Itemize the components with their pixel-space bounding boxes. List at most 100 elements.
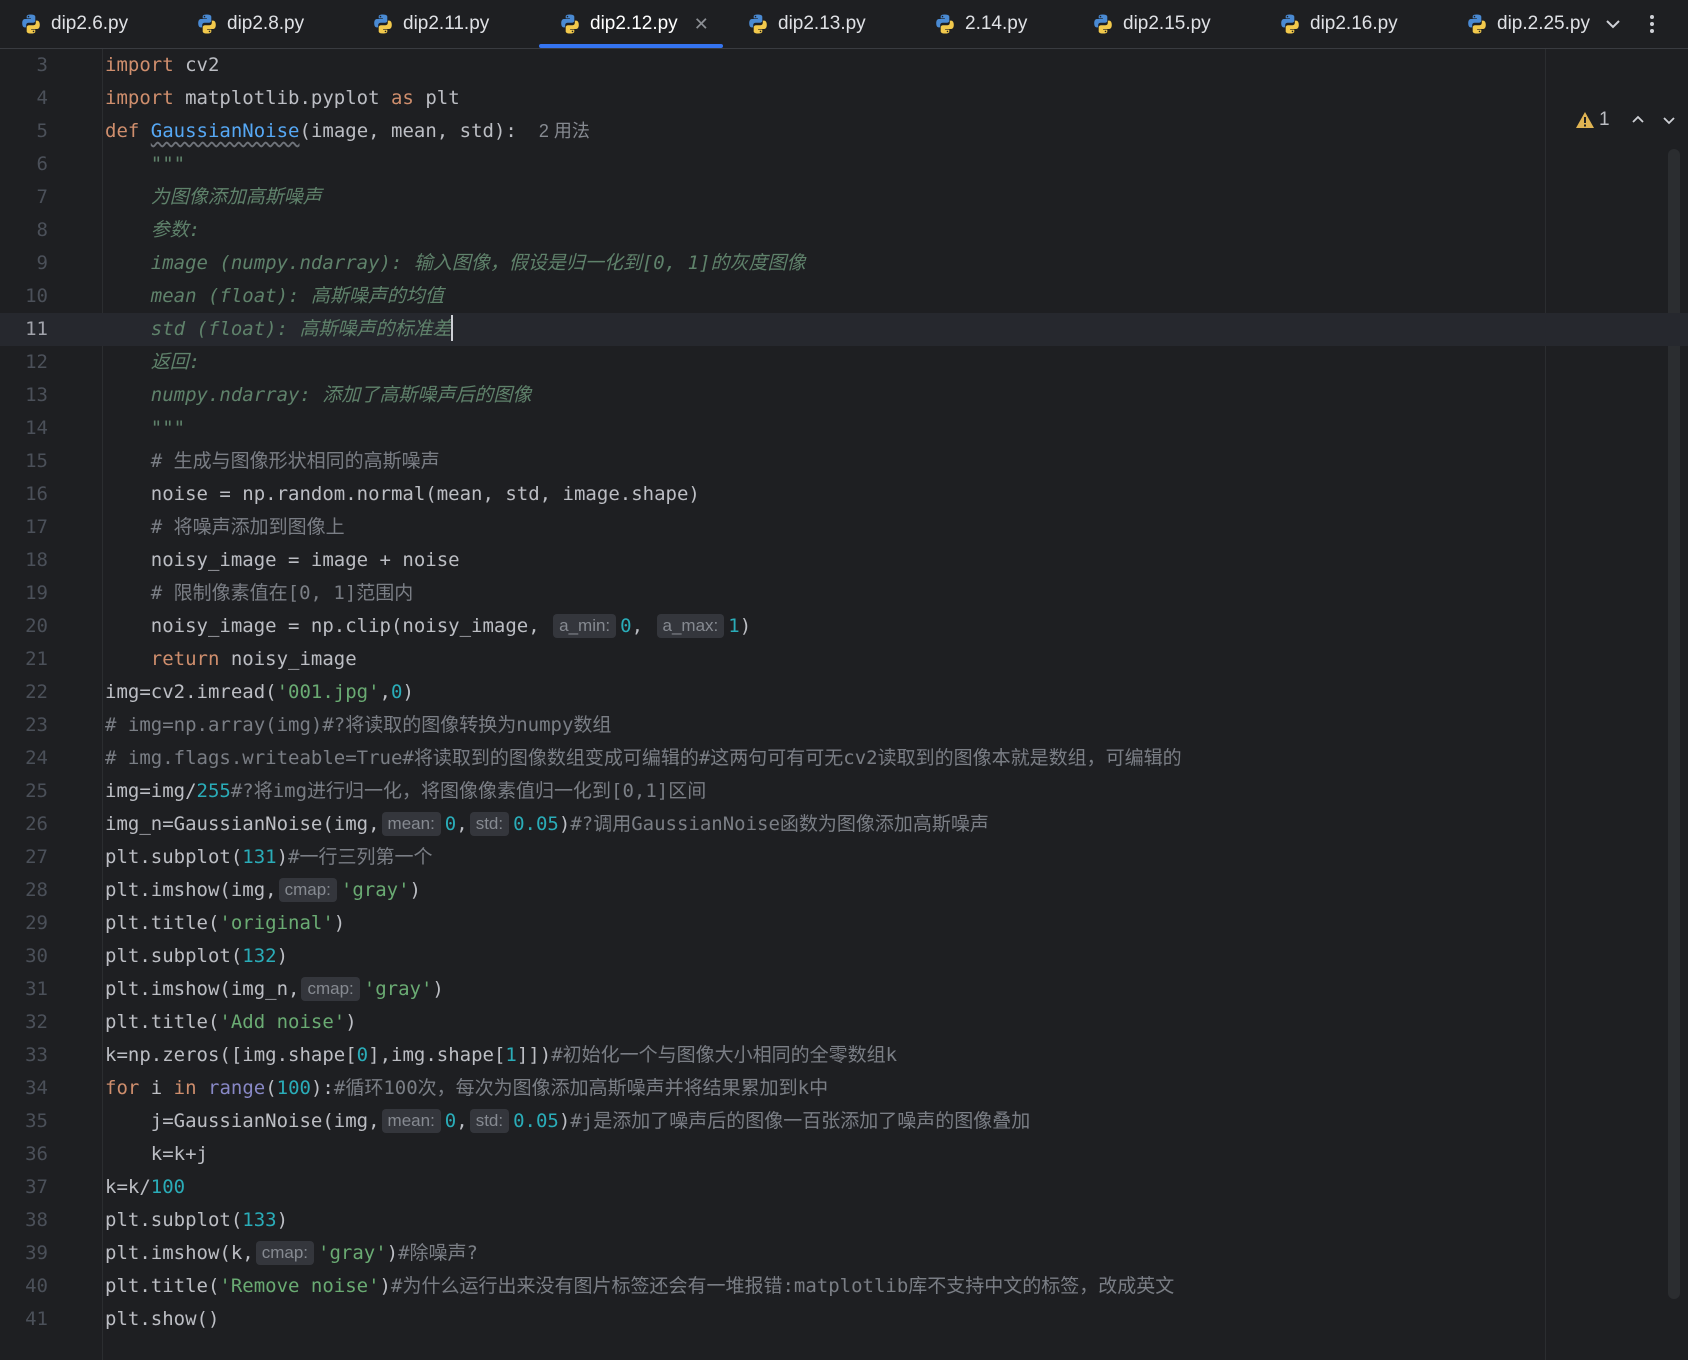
editor-tab-bar: dip2.6.py dip2.8.py dip2.11.py dip2.12.p… [0, 0, 1688, 49]
tab-label: 2.14.py [965, 13, 1028, 34]
python-file-icon [1281, 14, 1299, 34]
inspection-widget[interactable]: 1 [1575, 109, 1677, 131]
tab-label: dip2.11.py [403, 13, 490, 34]
line-number: 16 [25, 483, 48, 505]
param-hint: std: [469, 1109, 510, 1133]
code-line: 19 # 限制像素值在[0, 1]范围内 [0, 577, 1545, 610]
code-line: 26 img_n=GaussianNoise(img, mean: 0, std: 0.0… [0, 808, 1545, 841]
line-number: 4 [36, 87, 48, 109]
line-code: plt.imshow(img_n, cmap:'gray') [105, 977, 444, 1001]
code-line: 29 plt.title('original') [0, 907, 1545, 940]
code-line: 3 import cv2 [0, 49, 1545, 82]
code-line: 28 plt.imshow(img, cmap:'gray') [0, 874, 1545, 907]
usages-hint[interactable]: 2 用法 [539, 121, 590, 141]
close-tab-icon[interactable]: ✕ [694, 14, 709, 35]
line-number: 10 [25, 285, 48, 307]
code-line: 17 # 将噪声添加到图像上 [0, 511, 1545, 544]
line-code: mean (float): 高斯噪声的均值 [105, 285, 444, 307]
code-line: 12 返回: [0, 346, 1545, 379]
line-number: 35 [25, 1110, 48, 1132]
line-code: noisy_image = image + noise [105, 549, 460, 571]
tab-label: dip.2.25.py [1497, 13, 1590, 34]
line-code: plt.title('Add noise') [105, 1011, 357, 1033]
line-code: plt.subplot(132) [105, 945, 289, 967]
code-line: 14 """ [0, 412, 1545, 445]
chevron-down-icon[interactable] [1661, 112, 1677, 128]
tab-dip2-6[interactable]: dip2.6.py [20, 0, 128, 48]
tab-dip2-13[interactable]: dip2.13.py [747, 0, 866, 48]
line-number: 8 [36, 219, 48, 241]
python-file-icon [198, 14, 216, 34]
more-options-button[interactable] [1648, 0, 1656, 48]
tab-label: dip2.13.py [778, 13, 866, 34]
line-code: # img.flags.writeable=True#将读取到的图像数组变成可编… [105, 747, 1182, 769]
tab-dip2-12-active[interactable]: dip2.12.py ✕ [539, 0, 723, 48]
line-number: 15 [25, 450, 48, 472]
code-line: 30 plt.subplot(132) [0, 940, 1545, 973]
line-number: 32 [25, 1011, 48, 1033]
line-code: k=k+j [105, 1143, 208, 1165]
line-code: noise = np.random.normal(mean, std, imag… [105, 483, 700, 505]
tab-label: dip2.6.py [51, 13, 129, 34]
line-number: 37 [25, 1176, 48, 1198]
line-code: # 限制像素值在[0, 1]范围内 [105, 582, 414, 604]
param-hint: cmap: [278, 878, 337, 902]
python-file-icon [1468, 14, 1486, 34]
line-code: img=cv2.imread('001.jpg',0) [105, 681, 414, 703]
line-number: 13 [25, 384, 48, 406]
tab-list-dropdown[interactable] [1604, 0, 1622, 48]
tab-label: dip2.12.py [590, 13, 678, 34]
more-vertical-icon [1650, 15, 1654, 33]
current-code-line: 11 std (float): 高斯噪声的标准差 [0, 313, 1688, 346]
code-line: 32 plt.title('Add noise') [0, 1006, 1545, 1039]
line-number: 22 [25, 681, 48, 703]
line-number: 14 [25, 417, 48, 439]
tab-dip2-15[interactable]: dip2.15.py [1092, 0, 1211, 48]
line-number: 18 [25, 549, 48, 571]
line-code: j=GaussianNoise(img, mean: 0, std: 0.05)#j是添… [105, 1109, 1031, 1133]
code-line: 10 mean (float): 高斯噪声的均值 [0, 280, 1545, 313]
line-code: plt.show() [105, 1308, 220, 1330]
code-line: 13 numpy.ndarray: 添加了高斯噪声后的图像 [0, 379, 1545, 412]
code-line: 41 plt.show() [0, 1303, 1545, 1336]
code-line: 21 return noisy_image [0, 643, 1545, 676]
tab-dip-2-25[interactable]: dip.2.25.py [1466, 0, 1615, 48]
line-number: 7 [36, 186, 48, 208]
line-code: import matplotlib.pyplot as plt [105, 87, 460, 109]
python-file-icon [561, 14, 579, 34]
python-file-icon [374, 14, 392, 34]
line-number: 21 [25, 648, 48, 670]
line-code: plt.imshow(k, cmap:'gray')#除噪声? [105, 1241, 478, 1265]
code-line: 37 k=k/100 [0, 1171, 1545, 1204]
line-code: def GaussianNoise(image, mean, std): 2 用法 [105, 120, 590, 142]
tab-dip2-8[interactable]: dip2.8.py [196, 0, 304, 48]
python-file-icon [749, 14, 767, 34]
line-number: 38 [25, 1209, 48, 1231]
line-number: 39 [25, 1242, 48, 1264]
code-line: 8 参数: [0, 214, 1545, 247]
line-code: plt.title('original') [105, 912, 346, 934]
param-hint: a_max: [656, 614, 725, 638]
code-line: 33 k=np.zeros([img.shape[0],img.shape[1]]… [0, 1039, 1545, 1072]
line-number: 41 [25, 1308, 48, 1330]
line-number: 33 [25, 1044, 48, 1066]
code-line: 5 def GaussianNoise(image, mean, std): 2 用… [0, 115, 1545, 148]
chevron-up-icon[interactable] [1630, 112, 1646, 128]
code-line: 31 plt.imshow(img_n, cmap:'gray') [0, 973, 1545, 1006]
code-line: 40 plt.title('Remove noise')#为什么运行出来没有图片标… [0, 1270, 1545, 1303]
line-code: 参数: [105, 219, 201, 241]
code-editor[interactable]: 1 3 import cv2 4 import matplotlib.pyplot … [0, 49, 1688, 1360]
tab-2-14[interactable]: 2.14.py [934, 0, 1027, 48]
line-code: 为图像添加高斯噪声 [105, 186, 322, 208]
line-code: k=k/100 [105, 1176, 186, 1198]
tab-dip2-11[interactable]: dip2.11.py [372, 0, 489, 48]
line-number: 12 [25, 351, 48, 373]
line-code: numpy.ndarray: 添加了高斯噪声后的图像 [105, 384, 532, 406]
line-number: 25 [25, 780, 48, 802]
code-line: 25 img=img/255#?将img进行归一化，将图像像素值归一化到[0,1]… [0, 775, 1545, 808]
tab-dip2-16[interactable]: dip2.16.py [1279, 0, 1398, 48]
code-line: 15 # 生成与图像形状相同的高斯噪声 [0, 445, 1545, 478]
code-line: 39 plt.imshow(k, cmap:'gray')#除噪声? [0, 1237, 1545, 1270]
param-hint: cmap: [255, 1241, 315, 1265]
line-number: 5 [36, 120, 48, 142]
